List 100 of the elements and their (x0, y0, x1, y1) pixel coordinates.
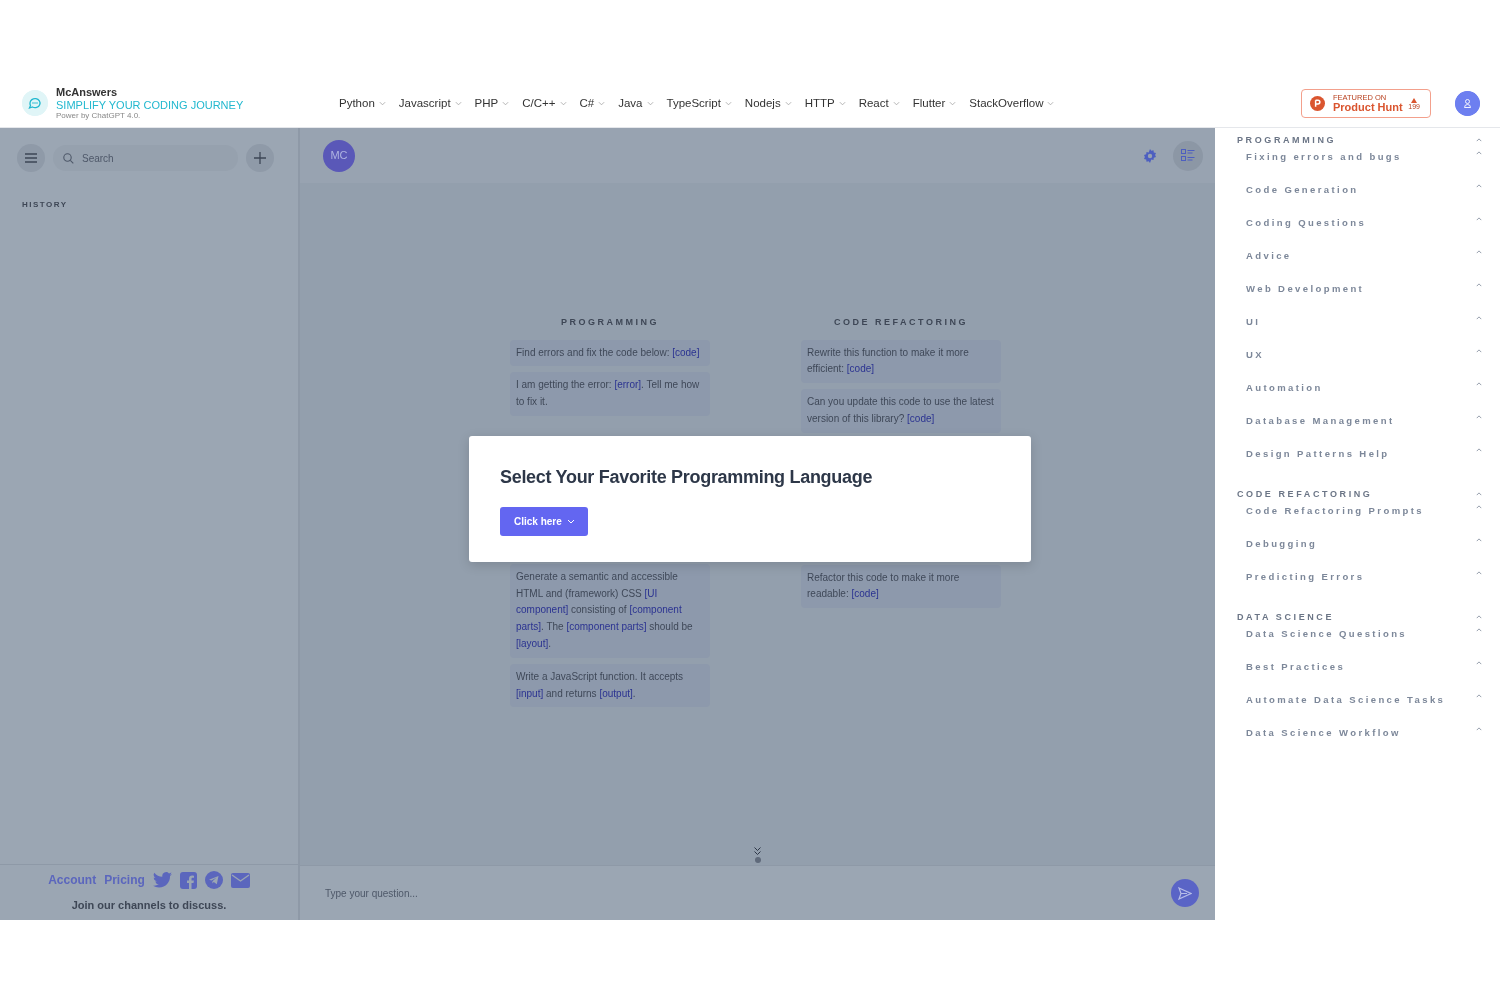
category-item[interactable]: Best Practices (1237, 661, 1346, 694)
send-button[interactable] (1171, 879, 1199, 907)
nav-menu-link[interactable]: TypeScript (666, 94, 732, 113)
send-icon (1178, 886, 1192, 900)
language-dropdown-button[interactable]: Click here (500, 507, 588, 536)
search-icon (63, 153, 74, 164)
nav-menu-link[interactable]: C/C++ (522, 94, 567, 113)
search-field[interactable]: Search (53, 145, 238, 171)
chevron-icon (1476, 628, 1482, 632)
brand-name: McAnswers (56, 86, 119, 99)
chevron-icon (646, 101, 654, 106)
chevron-icon (1476, 217, 1482, 221)
nav-menu-link[interactable]: Nodejs (744, 94, 792, 113)
list-icon (1181, 149, 1195, 162)
bird-icon[interactable] (152, 872, 172, 889)
nav-menu-link[interactable]: Java (618, 94, 654, 113)
bot-avatar: MC (323, 139, 355, 172)
facebook-icon[interactable] (179, 871, 197, 889)
chevron-icon (1047, 101, 1055, 106)
category-item[interactable]: Predicting Errors (1237, 571, 1365, 604)
chevron-icon (378, 101, 386, 106)
category-item[interactable]: Web Development (1237, 283, 1365, 316)
chevron-icon (1476, 492, 1482, 496)
chevron-icon (1476, 184, 1482, 188)
category-heading[interactable]: CODE REFACTORING (1237, 488, 1373, 500)
chevron-icon (724, 101, 732, 106)
prompt-card[interactable]: Refactor this code to make it more readable: [code] (801, 564, 1001, 609)
double-chevron-down-icon[interactable] (754, 847, 761, 855)
chevron-icon (1476, 505, 1482, 509)
chevron-icon (1476, 250, 1482, 254)
category-item[interactable]: UI (1237, 316, 1261, 349)
history-heading: HISTORY (21, 199, 69, 211)
nav-menu-link[interactable]: Javascript (398, 94, 462, 113)
footer-note: Join our channels to discuss. (71, 898, 227, 914)
chevron-icon (1476, 138, 1482, 142)
nav-menu-link[interactable]: HTTP (804, 94, 846, 113)
chevron-icon (838, 101, 846, 106)
settings-icon[interactable] (1143, 148, 1157, 163)
mail-icon[interactable] (230, 872, 250, 888)
chevron-icon (454, 101, 462, 106)
nav-menu-link[interactable]: Flutter (912, 94, 957, 113)
footer-link[interactable]: Pricing (104, 871, 145, 890)
chevron-icon (949, 101, 957, 106)
chevron-icon (1476, 538, 1482, 542)
chevron-icon (566, 519, 575, 524)
chevron-icon (1476, 283, 1482, 287)
category-item[interactable]: Database Management (1237, 415, 1395, 448)
upvote-icon (1411, 97, 1418, 103)
prompt-card[interactable]: Generate a semantic and accessible HTML and (framework) CSS [UI component] consisting of [component parts]. The [component parts] should be [layout]. (510, 563, 710, 658)
paper-plane-icon[interactable] (204, 871, 223, 890)
category-item[interactable]: Advice (1237, 250, 1292, 283)
user-avatar-icon[interactable] (1455, 91, 1480, 116)
prompt-column-heading: PROGRAMMING (560, 316, 660, 329)
footer-link[interactable]: Account (48, 871, 97, 890)
prompt-card[interactable]: Write a JavaScript function. It accepts [input] and returns [output]. (510, 663, 710, 708)
chevron-icon (1476, 151, 1482, 155)
nav-menu-link[interactable]: Python (339, 94, 386, 113)
category-item[interactable]: UX (1237, 349, 1264, 382)
chevron-icon (1476, 661, 1482, 665)
chevron-icon (1476, 727, 1482, 731)
brand-tagline: SIMPLIFY YOUR CODING JOURNEY (56, 98, 244, 112)
chevron-icon (1476, 316, 1482, 320)
chevron-icon (1476, 349, 1482, 353)
prompt-list-button[interactable] (1173, 140, 1203, 171)
prompt-card[interactable]: Rewrite this function to make it more efficient: [code] (801, 339, 1001, 384)
category-item[interactable]: Design Patterns Help (1237, 448, 1390, 481)
prompt-column-heading: CODE REFACTORING (833, 316, 969, 329)
category-item[interactable]: Fixing errors and bugs (1237, 151, 1402, 184)
chevron-icon (1476, 571, 1482, 575)
dot-icon (754, 857, 761, 863)
chevron-icon (559, 101, 567, 106)
category-heading[interactable]: DATA SCIENCE (1237, 611, 1335, 623)
category-item[interactable]: Coding Questions (1237, 217, 1367, 250)
category-heading[interactable]: PROGRAMMING (1237, 134, 1337, 146)
category-item[interactable]: Code Generation (1237, 184, 1359, 217)
nav-menu-link[interactable]: React (858, 94, 900, 113)
chevron-icon (1476, 448, 1482, 452)
new-chat-button[interactable] (246, 144, 274, 172)
chevron-icon (1476, 615, 1482, 619)
dialog-title: Select Your Favorite Programming Language (500, 466, 874, 489)
category-item[interactable]: Data Science Workflow (1237, 727, 1401, 760)
menu-icon (25, 153, 37, 163)
chevron-icon (1476, 382, 1482, 386)
nav-menu-link[interactable]: StackOverflow (969, 94, 1055, 113)
chevron-icon (1476, 694, 1482, 698)
chevron-icon (892, 101, 900, 106)
category-item[interactable]: Code Refactoring Prompts (1237, 505, 1424, 538)
question-field[interactable]: Type your question... (323, 884, 823, 902)
category-item[interactable]: Automation (1237, 382, 1323, 415)
category-item[interactable]: Data Science Questions (1237, 628, 1408, 661)
nav-menu-link[interactable]: PHP (474, 94, 510, 113)
nav-menu-link[interactable]: C# (579, 94, 606, 113)
prompt-card[interactable]: Can you update this code to use the latest version of this library? [code] (801, 389, 1001, 433)
prompt-card[interactable]: Find errors and fix the code below: [code] (510, 339, 710, 367)
brand-subtitle: Power by ChatGPT 4.0. (56, 111, 142, 121)
category-item[interactable]: Debugging (1237, 538, 1318, 571)
prompt-card[interactable]: I am getting the error: [error]. Tell me how to fix it. (510, 372, 710, 416)
chevron-icon (502, 101, 510, 106)
menu-button[interactable] (17, 144, 45, 172)
category-item[interactable]: Automate Data Science Tasks (1237, 694, 1446, 727)
